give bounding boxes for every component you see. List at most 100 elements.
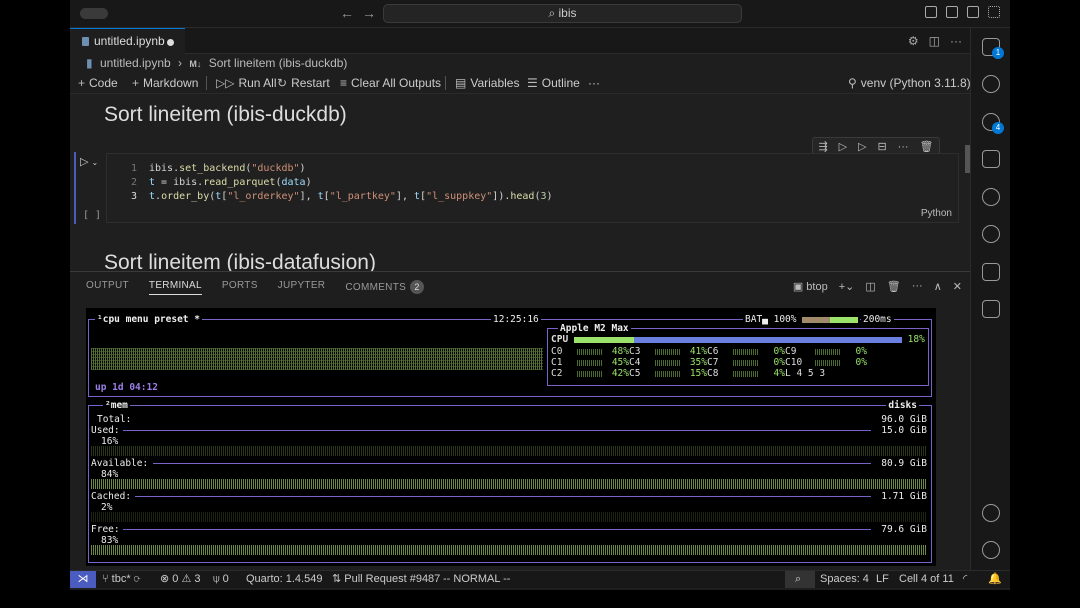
code-token: head xyxy=(510,191,535,202)
cell-language[interactable]: Python xyxy=(921,208,952,219)
terminal-btop[interactable]: ¹cpu menu preset * 12:25:16 BAT▄ 100% 20… xyxy=(86,308,936,566)
tab-untitled-ipynb[interactable]: untitled.ipynb xyxy=(70,28,185,54)
core-name: C0 xyxy=(551,346,574,357)
chevron-down-icon[interactable]: ⌄ xyxy=(92,158,99,167)
mem-value: 1.71 GiB xyxy=(881,491,927,502)
more-cell-actions-icon[interactable]: ··· xyxy=(898,141,909,153)
back-arrow-icon[interactable]: ← xyxy=(340,5,354,21)
notebook-editor: Sort lineitem (ibis-duckdb) ▷ ⌄ [ ] ⇶ ▷ … xyxy=(70,95,970,274)
new-terminal-icon[interactable]: +⌄ xyxy=(839,280,855,293)
run-cell-icon[interactable]: ▷ ⌄ xyxy=(80,155,98,168)
panel-actions: ▣ btop +⌄ ◫ 🗑 ··· ∧ ✕ xyxy=(793,280,962,293)
customize-layout-icon[interactable] xyxy=(988,6,1000,18)
execute-below-icon[interactable]: ▷ xyxy=(858,140,866,153)
breadcrumb-file[interactable]: untitled.ipynb xyxy=(100,56,171,70)
github-icon[interactable] xyxy=(982,225,1000,243)
pull-requests-icon[interactable] xyxy=(982,188,1000,206)
core-graph xyxy=(655,359,681,366)
unsaved-dot-icon[interactable] xyxy=(167,39,174,46)
tab-terminal[interactable]: TERMINAL xyxy=(148,280,202,295)
code-token: ) xyxy=(299,163,306,174)
more-actions-icon[interactable]: ··· xyxy=(950,34,962,48)
notifications-spinner-icon[interactable]: ◜ xyxy=(963,571,967,588)
split-terminal-icon[interactable]: ◫ xyxy=(865,280,875,293)
code-cell[interactable]: 1 ibis.set_backend("duckdb") 2 t = ibis.rea… xyxy=(106,153,959,223)
run-all-button[interactable]: ▷▷ Run All xyxy=(216,73,277,93)
terminal-selector[interactable]: ▣ btop xyxy=(793,280,828,293)
outline-button[interactable]: ☰ Outline xyxy=(527,73,580,93)
code-editor[interactable]: 1 ibis.set_backend("duckdb") 2 t = ibis.rea… xyxy=(107,162,553,204)
code-line[interactable]: 1 ibis.set_backend("duckdb") xyxy=(107,162,553,176)
manage-gear-icon[interactable] xyxy=(982,541,1000,559)
gear-icon[interactable]: ⚙ xyxy=(908,34,919,48)
command-center-search[interactable]: ⌕ ibis xyxy=(383,4,742,23)
problems-indicator[interactable]: ⊗ 0 ⚠ 3 xyxy=(160,571,201,588)
mem-label: Free: xyxy=(91,524,120,535)
ports-indicator[interactable]: ⍦ 0 xyxy=(213,571,229,588)
trash-icon[interactable]: 🗑 xyxy=(920,140,934,153)
toggle-panel-icon[interactable] xyxy=(946,6,958,18)
core-name: L 4 5 3 xyxy=(785,368,826,379)
code-line[interactable]: 3 t.order_by(t["l_orderkey"], t["l_partke… xyxy=(107,190,553,204)
mem-value: 80.9 GiB xyxy=(881,458,927,469)
split-cell-icon[interactable]: ⊟ xyxy=(877,140,886,153)
tab-jupyter[interactable]: JUPYTER xyxy=(278,280,326,295)
clear-outputs-button[interactable]: ≡ Clear All Outputs xyxy=(340,73,441,93)
run-by-line-icon[interactable]: ⇶ xyxy=(818,140,827,153)
core-pct: 0% xyxy=(773,357,785,368)
more-icon[interactable]: ··· xyxy=(912,280,923,293)
search-icon[interactable] xyxy=(982,75,1000,93)
restart-button[interactable]: ↻ Restart xyxy=(277,73,330,93)
accounts-icon[interactable] xyxy=(982,504,1000,522)
add-code-cell-button[interactable]: + Code xyxy=(78,73,118,93)
add-markdown-cell-button[interactable]: + Markdown xyxy=(132,73,198,93)
end-of-line[interactable]: LF xyxy=(876,571,889,588)
uptime: up 1d 04:12 xyxy=(95,382,158,393)
explorer-badge: 1 xyxy=(992,47,1004,59)
restart-icon: ↻ xyxy=(277,76,288,90)
quarto-version[interactable]: Quarto: 1.4.549 xyxy=(246,571,322,588)
branch-name: tbc* xyxy=(111,573,131,585)
more-toolbar-button[interactable]: ··· xyxy=(588,73,600,93)
bottom-panel: OUTPUT TERMINAL PORTS JUPYTER COMMENTS 2 … xyxy=(70,271,970,570)
comments-label: COMMENTS xyxy=(345,282,407,293)
variables-button[interactable]: ▤ Variables xyxy=(455,73,519,93)
tab-ports[interactable]: PORTS xyxy=(222,280,258,295)
kernel-picker[interactable]: ⚲ venv (Python 3.11.8) xyxy=(848,73,971,93)
kill-terminal-icon[interactable]: 🗑 xyxy=(887,280,901,293)
comments-icon[interactable] xyxy=(982,263,1000,281)
mem-box-title: ²mem xyxy=(103,400,130,411)
core-graph xyxy=(577,348,603,355)
line-number: 1 xyxy=(130,163,137,174)
remote-explorer-icon[interactable] xyxy=(982,150,1000,168)
markdown-heading-duckdb[interactable]: Sort lineitem (ibis-duckdb) xyxy=(104,103,347,127)
forward-arrow-icon[interactable]: → xyxy=(362,5,376,21)
bell-icon[interactable]: 🔔 xyxy=(988,571,1002,588)
cpu-core-row: C1 45%C4 35%C7 0%C10 0% xyxy=(551,357,867,368)
split-editor-icon[interactable]: ◫ xyxy=(929,34,940,48)
toggle-sidebar-icon[interactable] xyxy=(925,6,937,18)
core-name: C9 xyxy=(785,346,808,357)
window-controls[interactable] xyxy=(80,8,108,19)
maximize-panel-icon[interactable]: ∧ xyxy=(934,280,942,293)
cell-position[interactable]: Cell 4 of 11 xyxy=(899,571,954,588)
remote-indicator-icon[interactable]: ⋊ xyxy=(70,571,96,588)
core-pct: 41% xyxy=(689,346,707,357)
mem-graph xyxy=(91,446,927,456)
toggle-secondary-sidebar-icon[interactable] xyxy=(967,6,979,18)
indentation[interactable]: Spaces: 4 xyxy=(820,571,869,588)
code-line[interactable]: 2t = ibis.read_parquet(data) xyxy=(107,176,553,190)
extensions-icon[interactable] xyxy=(982,300,1000,318)
breadcrumb-section[interactable]: Sort lineitem (ibis-duckdb) xyxy=(209,56,348,70)
zoom-icon[interactable]: ⌕ xyxy=(785,571,815,588)
pull-request-indicator[interactable]: ⇅ Pull Request #9487 xyxy=(332,571,440,588)
code-token: "l_suppkey" xyxy=(426,191,493,202)
panel-tabs: OUTPUT TERMINAL PORTS JUPYTER COMMENTS 2 xyxy=(86,280,425,295)
branch-indicator[interactable]: ⑂ tbc* ⟳ xyxy=(102,571,140,588)
execute-above-icon[interactable]: ▷ xyxy=(839,140,847,153)
core-pct: 35% xyxy=(689,357,707,368)
tab-comments[interactable]: COMMENTS 2 xyxy=(345,280,425,295)
code-token: set_backend xyxy=(179,163,246,174)
close-panel-icon[interactable]: ✕ xyxy=(953,280,962,293)
tab-output[interactable]: OUTPUT xyxy=(86,280,129,295)
